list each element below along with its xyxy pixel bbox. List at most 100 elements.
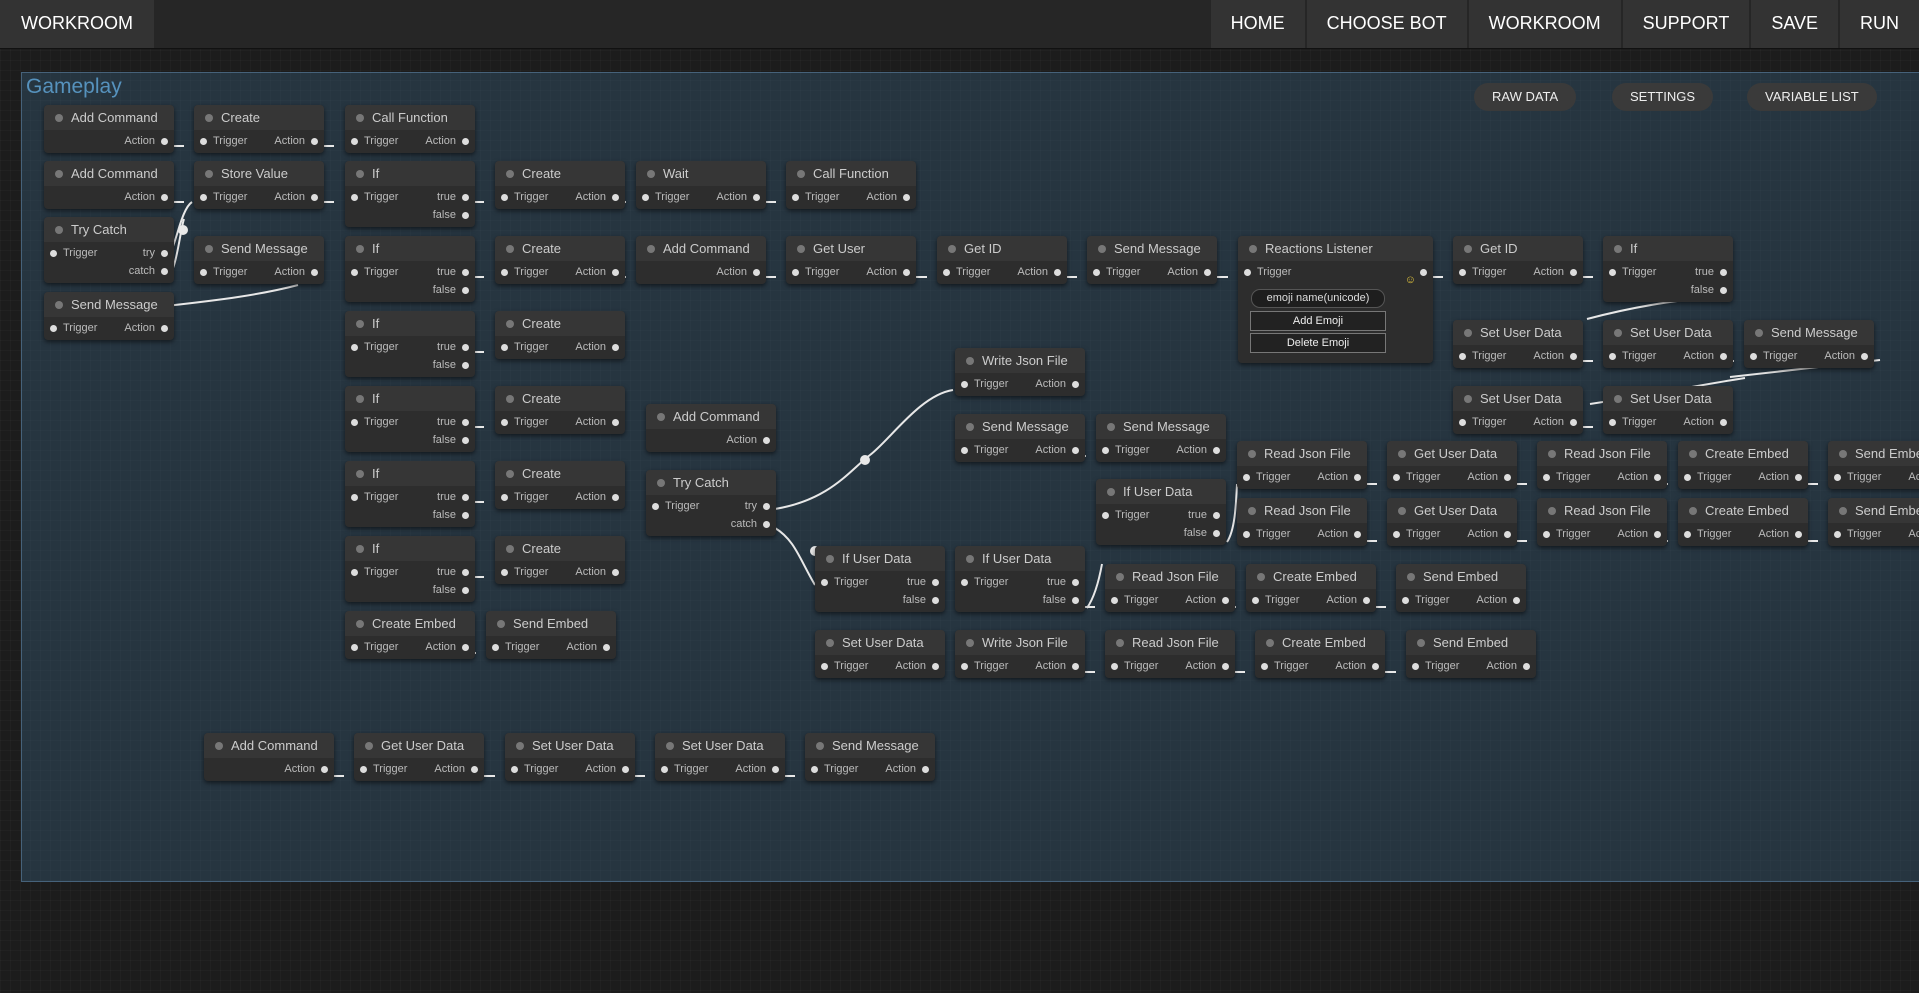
node-title[interactable]: Create Embed <box>1678 498 1808 523</box>
input-slot-trigger[interactable]: Trigger <box>1684 527 1731 541</box>
input-connector-dot[interactable] <box>50 325 57 332</box>
node-if[interactable]: If Trigger true false <box>345 311 475 377</box>
node-title[interactable]: Create <box>495 536 625 561</box>
input-slot-trigger[interactable]: Trigger <box>661 762 708 776</box>
node-title[interactable]: Set User Data <box>815 630 945 655</box>
node-title[interactable]: Read Json File <box>1237 498 1367 523</box>
input-slot-trigger[interactable]: Trigger <box>1459 415 1506 429</box>
output-slot-action[interactable]: Action <box>274 134 318 148</box>
node-if[interactable]: If Trigger true false <box>345 236 475 302</box>
node-title[interactable]: Send Embed <box>1828 498 1919 523</box>
input-slot-trigger[interactable]: Trigger <box>961 377 1008 391</box>
node-title[interactable]: If User Data <box>1096 479 1226 504</box>
node-get-user-data[interactable]: Get User Data Trigger Action <box>1387 441 1517 489</box>
output-connector-dot[interactable] <box>763 521 770 528</box>
input-connector-dot[interactable] <box>501 194 508 201</box>
output-slot-true[interactable]: true <box>1188 508 1220 522</box>
node-send-embed[interactable]: Send Embed Trigger Action <box>1396 564 1526 612</box>
node-set-user-data[interactable]: Set User Data Trigger Action <box>505 733 635 781</box>
input-connector-dot[interactable] <box>1459 269 1466 276</box>
node-title[interactable]: Add Command <box>44 105 174 130</box>
node-title[interactable]: Try Catch <box>646 470 776 495</box>
node-get-user[interactable]: Get User Trigger Action <box>786 236 916 284</box>
output-connector-dot[interactable] <box>1072 381 1079 388</box>
nav-support-button[interactable]: SUPPORT <box>1622 0 1750 48</box>
node-title[interactable]: Write Json File <box>955 348 1085 373</box>
node-title[interactable]: Send Embed <box>1828 441 1919 466</box>
input-connector-dot[interactable] <box>1393 531 1400 538</box>
node-title[interactable]: Get User Data <box>1387 441 1517 466</box>
node-add-command[interactable]: Add Command Action <box>636 236 766 284</box>
output-slot-action[interactable]: Action <box>585 762 629 776</box>
input-slot-trigger[interactable]: Trigger <box>642 190 689 204</box>
input-connector-dot[interactable] <box>661 766 668 773</box>
input-connector-dot[interactable] <box>1102 447 1109 454</box>
input-connector-dot[interactable] <box>492 644 499 651</box>
node-send-message[interactable]: Send Message Trigger Action <box>1744 320 1874 368</box>
input-connector-dot[interactable] <box>1243 474 1250 481</box>
output-slot-true[interactable]: true <box>437 565 469 579</box>
input-slot-trigger[interactable]: Trigger <box>1459 349 1506 363</box>
input-connector-dot[interactable] <box>821 579 828 586</box>
node-title[interactable]: Set User Data <box>505 733 635 758</box>
input-connector-dot[interactable] <box>351 419 358 426</box>
output-slot-action[interactable]: Action <box>124 190 168 204</box>
input-connector-dot[interactable] <box>1393 474 1400 481</box>
node-create[interactable]: Create Trigger Action <box>194 105 324 153</box>
brand-logo[interactable]: WORKROOM <box>0 0 154 48</box>
input-connector-dot[interactable] <box>1102 512 1109 519</box>
output-slot-action[interactable]: Action <box>1476 593 1520 607</box>
output-connector-dot[interactable] <box>903 194 910 201</box>
node-read-json-file[interactable]: Read Json File Trigger Action <box>1537 498 1667 546</box>
add-emoji-button[interactable]: Add Emoji <box>1250 311 1386 331</box>
node-title[interactable]: Read Json File <box>1237 441 1367 466</box>
output-connector-dot[interactable] <box>1570 419 1577 426</box>
output-slot-action[interactable]: Action <box>124 321 168 335</box>
output-connector-dot[interactable] <box>462 644 469 651</box>
node-title[interactable]: Get User Data <box>354 733 484 758</box>
input-slot-trigger[interactable]: Trigger <box>1412 659 1459 673</box>
node-title[interactable]: If <box>345 461 475 486</box>
node-title[interactable]: If <box>345 236 475 261</box>
output-slot-action[interactable]: Action <box>1326 593 1370 607</box>
node-create-embed[interactable]: Create Embed Trigger Action <box>1246 564 1376 612</box>
output-slot-action[interactable]: Action <box>1617 470 1661 484</box>
output-connector-dot[interactable] <box>462 569 469 576</box>
output-slot-action[interactable]: Action <box>1317 527 1361 541</box>
input-connector-dot[interactable] <box>1111 597 1118 604</box>
output-slot-action[interactable]: Action <box>575 565 619 579</box>
output-connector-dot[interactable] <box>1222 663 1229 670</box>
output-connector-dot[interactable] <box>1054 269 1061 276</box>
node-send-embed[interactable]: Send Embed Trigger Action <box>486 611 616 659</box>
output-slot-action[interactable]: Action <box>735 762 779 776</box>
node-title[interactable]: Send Message <box>955 414 1085 439</box>
output-connector-dot[interactable] <box>612 269 619 276</box>
node-set-user-data[interactable]: Set User Data Trigger Action <box>1453 320 1583 368</box>
node-title[interactable]: Create <box>495 386 625 411</box>
output-connector-dot[interactable] <box>462 138 469 145</box>
input-connector-dot[interactable] <box>501 269 508 276</box>
output-slot-action[interactable]: Action <box>566 640 610 654</box>
output-connector-dot[interactable] <box>763 503 770 510</box>
output-connector-dot[interactable] <box>1504 474 1511 481</box>
node-title[interactable]: Set User Data <box>1453 320 1583 345</box>
input-connector-dot[interactable] <box>1684 531 1691 538</box>
input-slot-trigger[interactable]: Trigger <box>652 499 699 513</box>
output-connector-dot[interactable] <box>1795 474 1802 481</box>
output-connector-dot[interactable] <box>1204 269 1211 276</box>
input-slot-trigger[interactable]: Trigger <box>351 134 398 148</box>
input-slot-trigger[interactable]: Trigger <box>1402 593 1449 607</box>
output-slot-action[interactable]: Action <box>1683 349 1727 363</box>
node-title[interactable]: Send Message <box>805 733 935 758</box>
output-slot-action[interactable]: Action <box>1683 415 1727 429</box>
output-connector-dot[interactable] <box>1072 597 1079 604</box>
output-connector-dot[interactable] <box>612 494 619 501</box>
output-slot-action[interactable]: Action <box>866 190 910 204</box>
input-connector-dot[interactable] <box>1412 663 1419 670</box>
output-connector-dot[interactable] <box>1720 287 1727 294</box>
output-slot-action[interactable]: Action <box>1617 527 1661 541</box>
output-slot-action[interactable]: Action <box>274 190 318 204</box>
output-connector-dot[interactable] <box>471 766 478 773</box>
input-slot-trigger[interactable]: Trigger <box>501 415 548 429</box>
input-slot-trigger[interactable]: Trigger <box>351 415 398 429</box>
